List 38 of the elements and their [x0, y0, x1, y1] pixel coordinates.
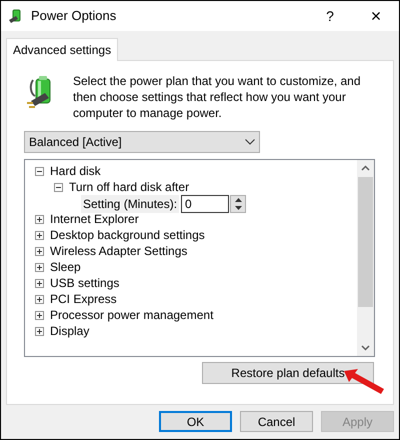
dialog-button[interactable]: Cancel: [240, 411, 313, 432]
expand-icon[interactable]: [35, 294, 44, 304]
dialog-button[interactable]: OK: [159, 411, 232, 432]
tree-item[interactable]: Hard disk: [50, 162, 101, 180]
close-button[interactable]: ×: [353, 1, 399, 31]
spin-buttons[interactable]: [230, 195, 246, 213]
down-arrow-icon: [234, 206, 242, 210]
up-arrow-icon: [234, 198, 242, 202]
arrow-annotation: [344, 369, 386, 395]
expand-icon[interactable]: [35, 310, 44, 320]
plan-dropdown[interactable]: Balanced [Active]: [24, 131, 260, 153]
minutes-field[interactable]: 0: [181, 195, 230, 213]
window-title: Power Options: [31, 7, 116, 26]
expand-icon[interactable]: [35, 278, 44, 288]
tree-item[interactable]: USB settings: [50, 274, 120, 292]
help-button[interactable]: ?: [307, 1, 353, 31]
expand-icon[interactable]: [35, 230, 44, 240]
tree-item[interactable]: Desktop background settings: [50, 226, 205, 244]
restore-defaults-button[interactable]: Restore plan defaults: [202, 362, 374, 384]
tree-item[interactable]: Processor power management: [50, 306, 214, 324]
tree-item[interactable]: Sleep: [50, 258, 81, 276]
tree-item[interactable]: Display: [50, 322, 90, 340]
expand-icon[interactable]: [35, 326, 44, 336]
intro-text: Select the power plan that you want to customize, and then choose settings that reflect how you want your computer to manage power.: [73, 73, 362, 121]
tree-item[interactable]: Turn off hard disk after: [69, 178, 190, 196]
expand-icon[interactable]: [35, 262, 44, 272]
tree-item[interactable]: Internet Explorer: [50, 210, 139, 228]
setting-label: Setting (Minutes):: [81, 195, 180, 213]
scrollbar[interactable]: [357, 160, 374, 356]
tab[interactable]: Advanced settings: [6, 38, 118, 61]
scroll-thumb[interactable]: [358, 177, 373, 307]
tree-item[interactable]: Wireless Adapter Settings: [50, 242, 188, 260]
expand-icon[interactable]: [35, 246, 44, 256]
expand-icon[interactable]: [35, 214, 44, 224]
tree-item[interactable]: PCI Express: [50, 290, 117, 308]
collapse-icon[interactable]: [35, 166, 44, 176]
chevron-down-icon: [245, 139, 255, 145]
collapse-icon[interactable]: [54, 182, 63, 192]
